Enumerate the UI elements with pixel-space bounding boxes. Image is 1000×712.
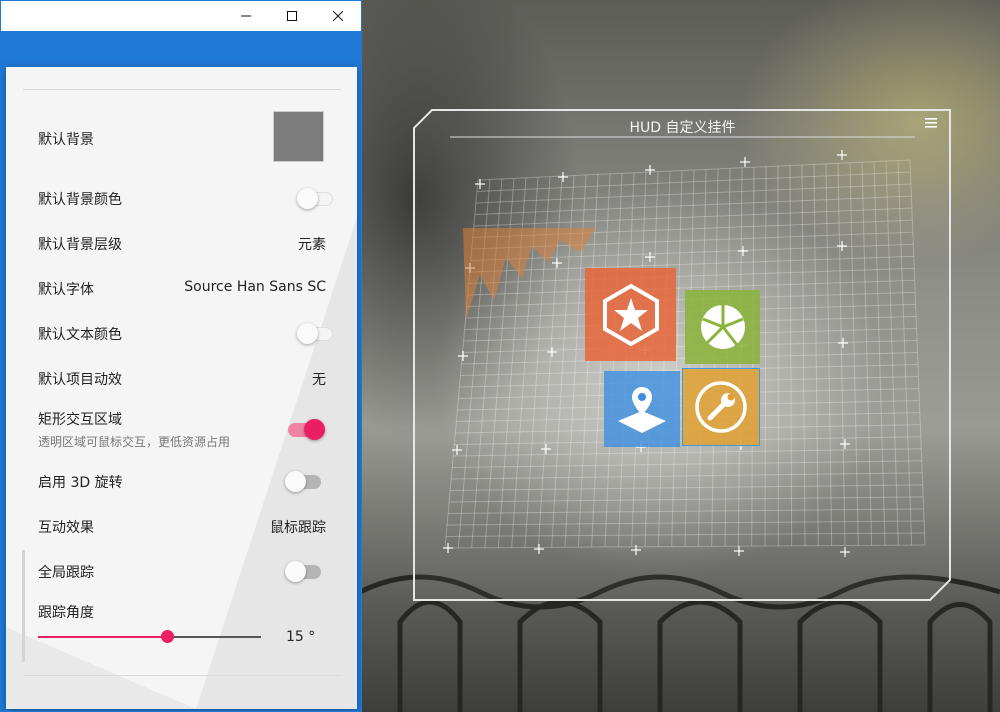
default-font-label: 默认字体	[38, 282, 94, 298]
tracking-angle-label: 跟踪角度	[38, 605, 94, 621]
settings-panel: 默认背景 默认背景颜色 默认背景层级 元素 默认字体 Source Han Sa…	[6, 67, 357, 709]
window-titlebar[interactable]	[1, 1, 361, 31]
default-text-color-label: 默认文本颜色	[38, 327, 122, 343]
wrench-tile[interactable]	[682, 368, 760, 446]
default-item-animation-label: 默认项目动效	[38, 372, 122, 388]
panel-divider-bottom	[23, 675, 341, 676]
tracking-angle-slider-fill	[38, 636, 168, 638]
wrench-icon	[695, 381, 747, 433]
rect-interaction-area-label: 矩形交互区域	[38, 412, 122, 428]
rect-interaction-area-toggle[interactable]	[286, 417, 325, 440]
default-background-level-label: 默认背景层级	[38, 237, 122, 253]
default-item-animation-value[interactable]: 无	[312, 369, 326, 389]
window-content: 默认背景 默认背景颜色 默认背景层级 元素 默认字体 Source Han Sa…	[1, 31, 361, 711]
pie-chart-tile[interactable]	[685, 290, 760, 364]
background-railing	[360, 574, 1000, 712]
map-pin-icon	[618, 387, 666, 433]
tracking-angle-slider-thumb[interactable]	[161, 630, 175, 643]
maximize-icon	[287, 11, 297, 21]
default-background-swatch[interactable]	[273, 111, 324, 162]
pie-chart-icon	[700, 305, 745, 349]
minimize-button[interactable]	[223, 1, 269, 31]
rect-interaction-area-description: 透明区域可鼠标交互，更低资源占用	[38, 435, 231, 449]
default-background-color-label: 默认背景颜色	[38, 192, 122, 208]
tracking-group-rail	[22, 550, 25, 662]
enable-3d-rotation-label: 启用 3D 旋转	[38, 475, 123, 491]
global-tracking-toggle[interactable]	[285, 559, 323, 582]
close-button[interactable]	[315, 1, 361, 31]
settings-window: 默认背景 默认背景颜色 默认背景层级 元素 默认字体 Source Han Sa…	[0, 0, 362, 712]
hamburger-menu-icon[interactable]	[924, 117, 938, 131]
default-background-color-toggle[interactable]	[297, 186, 335, 209]
default-background-label: 默认背景	[38, 132, 94, 148]
interaction-effect-value[interactable]: 鼠标跟踪	[270, 517, 326, 537]
panel-divider-top	[23, 89, 341, 90]
interaction-effect-label: 互动效果	[38, 520, 94, 536]
star-hexagon-icon	[602, 283, 659, 346]
maximize-button[interactable]	[269, 1, 315, 31]
global-tracking-label: 全局跟踪	[38, 565, 94, 581]
star-hexagon-tile[interactable]	[585, 268, 676, 361]
map-pin-tile[interactable]	[604, 371, 680, 447]
close-icon	[333, 11, 343, 21]
hud-title: HUD 自定义挂件	[629, 120, 736, 136]
tracking-angle-slider[interactable]	[38, 630, 261, 643]
default-background-level-value[interactable]: 元素	[298, 234, 326, 254]
desktop-background	[360, 0, 1000, 712]
default-text-color-toggle[interactable]	[297, 321, 335, 344]
default-font-value[interactable]: Source Han Sans SC	[184, 279, 326, 295]
enable-3d-rotation-toggle[interactable]	[285, 469, 323, 492]
tracking-angle-value: 15 °	[286, 629, 316, 645]
minimize-icon	[241, 15, 251, 17]
